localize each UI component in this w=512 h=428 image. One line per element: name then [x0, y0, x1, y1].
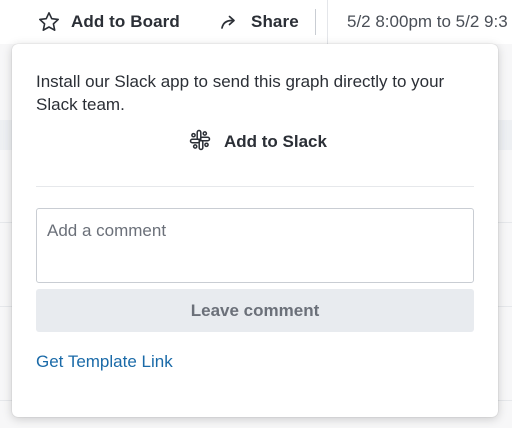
star-icon [37, 10, 61, 34]
share-button[interactable]: Share [219, 0, 299, 44]
leave-comment-button[interactable]: Leave comment [36, 289, 474, 332]
toolbar: Add to Board Share 5/2 8:00pm to 5/2 9:3 [0, 0, 512, 44]
toolbar-divider [315, 9, 316, 35]
share-arrow-icon [219, 12, 239, 32]
comment-input[interactable] [36, 208, 474, 283]
add-to-slack-label: Add to Slack [224, 132, 327, 151]
time-range-label: 5/2 8:00pm to 5/2 9:3 [347, 12, 508, 31]
add-to-board-button[interactable]: Add to Board [37, 0, 180, 44]
time-range-picker[interactable]: 5/2 8:00pm to 5/2 9:3 [327, 0, 512, 44]
add-to-slack-button[interactable]: Add to Slack [188, 128, 327, 156]
slack-icon [188, 128, 212, 157]
share-popover: Install our Slack app to send this graph… [12, 44, 498, 417]
add-to-board-label: Add to Board [71, 12, 180, 31]
get-template-link[interactable]: Get Template Link [36, 352, 173, 372]
share-label: Share [251, 12, 299, 31]
popover-divider [36, 186, 474, 187]
slack-install-text: Install our Slack app to send this graph… [36, 72, 445, 114]
